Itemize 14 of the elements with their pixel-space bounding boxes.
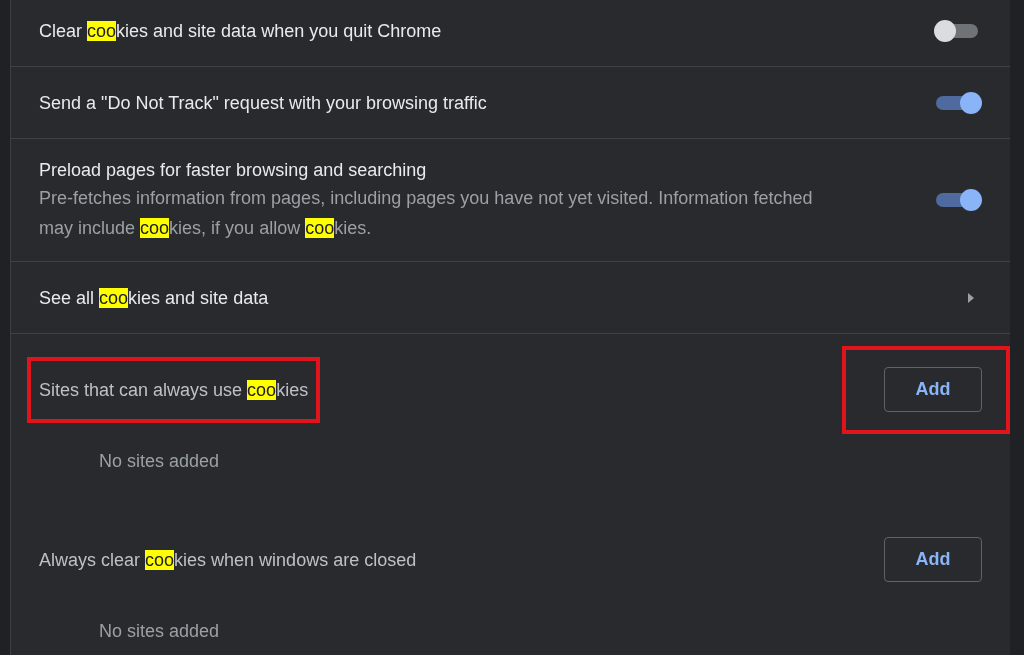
setting-title: Send a "Do Not Track" request with your browsing traffic <box>39 91 487 115</box>
caret-right-icon[interactable] <box>968 292 974 303</box>
add-button[interactable]: Add <box>884 537 982 582</box>
empty-list-message: No sites added <box>99 450 220 472</box>
empty-list-message: No sites added <box>99 620 220 642</box>
section-title: Sites that can always use cookies <box>39 379 309 401</box>
setting-description: Pre-fetches information from pages, including pages you have not yet visited. Information fetched may include cookies, if you allow cookies. <box>39 187 814 240</box>
toggle-switch[interactable] <box>934 188 982 212</box>
setting-title: See all cookies and site data <box>39 286 269 310</box>
setting-title: Clear cookies and site data when you quit Chrome <box>39 19 442 43</box>
toggle-switch[interactable] <box>934 90 982 115</box>
section-title: Always clear cookies when windows are closed <box>39 549 417 571</box>
add-button[interactable]: Add <box>884 367 982 412</box>
setting-title: Preload pages for faster browsing and searching <box>39 159 428 182</box>
